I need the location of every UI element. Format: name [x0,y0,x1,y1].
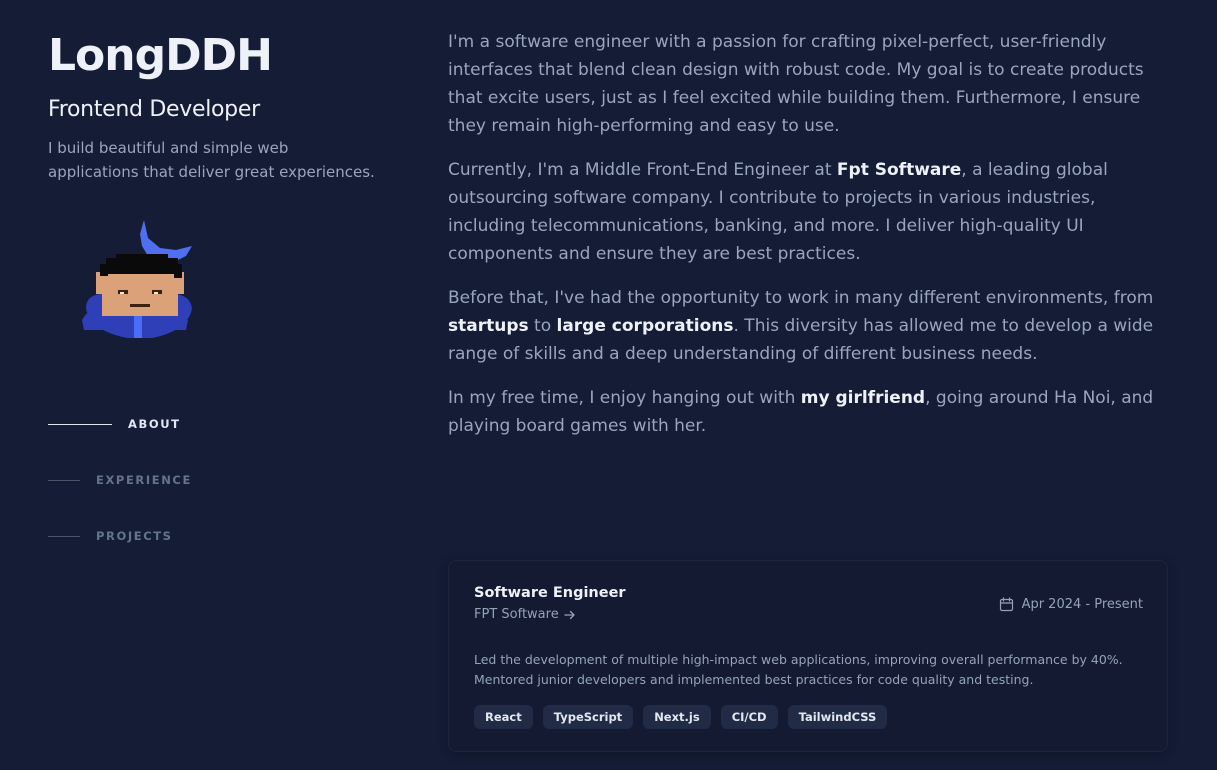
nav-item-about[interactable]: ABOUT [48,410,192,438]
nav-item-projects[interactable]: PROJECTS [48,522,192,550]
nav-label-about: ABOUT [128,417,181,431]
experience-title: Software Engineer [474,585,626,601]
job-title: Frontend Developer [48,97,260,122]
about-text: Currently, I'm a Middle Front-End Engine… [448,160,837,180]
calendar-icon [999,597,1013,612]
experience-card[interactable]: Software Engineer FPT Software Apr 2024 … [448,560,1168,752]
nav-indicator-line [48,535,80,537]
girlfriend-link[interactable]: my girlfriend [801,388,925,408]
date-range: Apr 2024 - Present [1021,597,1143,612]
experience-date: Apr 2024 - Present [999,597,1143,612]
about-text: Before that, I've had the opportunity to… [448,288,1154,308]
about-paragraph-1: I'm a software engineer with a passion f… [448,32,1144,136]
nav-indicator-line [48,423,112,425]
tagline: I build beautiful and simple web applica… [48,139,375,181]
section-nav: ABOUT EXPERIENCE PROJECTS [48,410,192,578]
about-paragraph-3: Before that, I've had the opportunity to… [448,284,1170,368]
nav-label-projects: PROJECTS [96,529,173,543]
startups-link[interactable]: startups [448,316,529,336]
portfolio-page: LongDDH Frontend Developer I build beaut… [0,0,1217,770]
tag-typescript: TypeScript [542,705,634,729]
about-paragraph-4: In my free time, I enjoy hanging out wit… [448,384,1170,440]
about-text: to [528,316,557,336]
tag-cicd: CI/CD [720,705,778,729]
avatar-area [36,188,196,340]
nav-indicator-line [48,479,80,481]
arrow-right-icon [564,610,575,619]
profile-header: LongDDH Frontend Developer I build beaut… [48,30,388,184]
experience-description: Led the development of multiple high-imp… [474,652,1123,687]
about-paragraph-2: Currently, I'm a Middle Front-End Engine… [448,156,1170,268]
tech-tags: React TypeScript Next.js CI/CD TailwindC… [474,705,888,729]
pixel-avatar [82,220,192,340]
about-section: I'm a software engineer with a passion f… [448,28,1170,456]
nav-label-experience: EXPERIENCE [96,473,192,487]
company-name: FPT Software [474,607,559,622]
experience-company-link[interactable]: FPT Software [474,607,576,622]
nav-item-experience[interactable]: EXPERIENCE [48,466,192,494]
avatar-head [96,254,184,316]
tag-tailwindcss: TailwindCSS [787,705,888,729]
corporations-link[interactable]: large corporations [557,316,734,336]
tag-react: React [474,705,533,729]
tag-nextjs: Next.js [643,705,711,729]
site-name[interactable]: LongDDH [48,30,388,82]
company-link[interactable]: Fpt Software [837,160,961,180]
about-text: In my free time, I enjoy hanging out wit… [448,388,801,408]
